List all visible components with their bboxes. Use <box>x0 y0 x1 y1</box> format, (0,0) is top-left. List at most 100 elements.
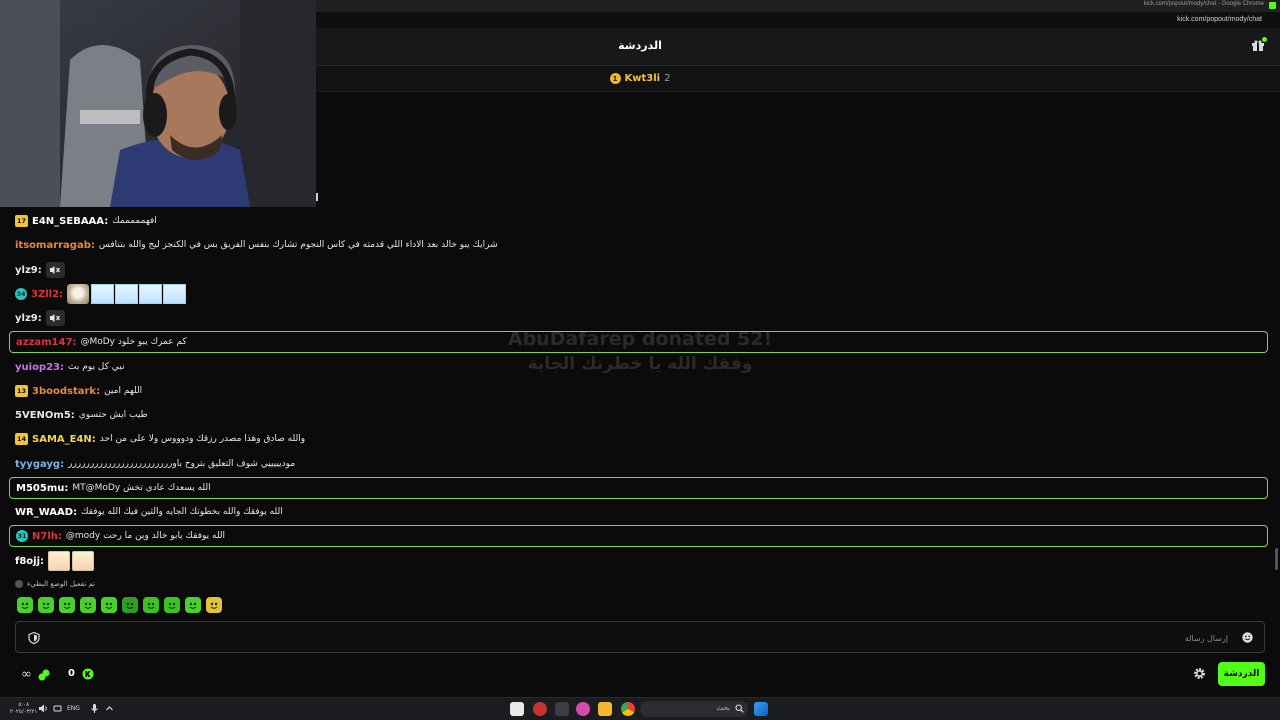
language-indicator[interactable]: ENG <box>67 705 80 712</box>
url-text[interactable]: kick.com/popout/mody/chat <box>1177 16 1262 23</box>
kick-points-icon[interactable] <box>38 669 50 681</box>
quick-emote[interactable] <box>122 597 138 613</box>
wifi-icon[interactable] <box>52 703 63 714</box>
taskbar-clock[interactable]: ٥:٠٨ ٢٠٢٥/٠٣/٢١ <box>10 702 37 716</box>
chat-username[interactable]: 5VENOm5: <box>15 410 75 421</box>
chat-username[interactable]: E4N_SEBAAA: <box>32 216 108 227</box>
quick-emote[interactable] <box>185 597 201 613</box>
chat-input-box[interactable] <box>15 621 1265 653</box>
top-gifter-count: 2 <box>664 73 671 84</box>
chat-message-text: اللهم امين <box>104 386 143 396</box>
chat-username[interactable]: M505mu: <box>16 483 68 494</box>
ice-emote[interactable] <box>163 284 187 304</box>
subscriber-badge: 14 <box>15 433 28 445</box>
subscriber-badge: 31 <box>16 530 28 542</box>
chat-message[interactable]: yuiop23: نبي كل يوم بث <box>15 357 1268 377</box>
ice-emote[interactable] <box>115 284 139 304</box>
chat-message[interactable]: 17 E4N_SEBAAA: افهمممممك <box>15 211 1268 231</box>
chat-username[interactable]: 3Zll2: <box>31 289 63 300</box>
chat-message-text: والله صادق وهذا مصدر رزقك ودوووس ولا على… <box>99 434 306 444</box>
ice-emote[interactable] <box>91 284 115 304</box>
quick-emote[interactable] <box>80 597 96 613</box>
taskbar-search[interactable]: بحث <box>640 701 748 717</box>
chat-username[interactable]: ylz9: <box>15 313 42 324</box>
chat-message[interactable]: ylz9: <box>15 308 1268 328</box>
shield-icon[interactable] <box>28 632 40 644</box>
ice-emote[interactable] <box>139 284 163 304</box>
kick-coin-icon[interactable] <box>82 668 94 680</box>
chat-message-text: شرايك يبو خالد بعد الاداء اللي قدمته في … <box>98 240 498 250</box>
chat-message-text: @mody الله يوفقك يابو خالد وين ما رحت <box>65 531 226 541</box>
chrome-icon[interactable] <box>621 702 635 716</box>
chat-username[interactable]: SAMA_E4N: <box>32 434 96 445</box>
highlighted-chat-message[interactable]: azzam147: @MoDy كم عمرك يبو خلود <box>9 331 1268 353</box>
chat-message-text: نبي كل يوم بث <box>68 362 125 372</box>
chat-username[interactable]: azzam147: <box>16 337 76 348</box>
windows-taskbar: ٥:٠٨ ٢٠٢٥/٠٣/٢١ ENG بحث <box>0 697 1280 720</box>
highlighted-chat-message[interactable]: M505mu: MT@MoDy الله يسعدك عادي تخش <box>9 477 1268 499</box>
taskbar-date: ٢٠٢٥/٠٣/٢١ <box>10 709 38 715</box>
quick-emote[interactable] <box>38 597 54 613</box>
muted-audio-emote[interactable] <box>45 310 65 326</box>
webcam-edge <box>316 193 318 201</box>
chat-message[interactable]: 13 3boodstark: اللهم امين <box>15 381 1268 401</box>
message-input[interactable] <box>56 628 1228 648</box>
microphone-icon[interactable] <box>89 703 100 714</box>
chat-username[interactable]: WR_WAAD: <box>15 507 77 518</box>
search-icon <box>735 704 744 713</box>
infinity-icon[interactable]: ∞ <box>21 667 32 682</box>
top-gifter-name[interactable]: Kwt3li <box>625 73 661 84</box>
chat-username[interactable]: f8ojj: <box>15 556 44 567</box>
extension-icon[interactable] <box>1269 2 1276 9</box>
gift-icon[interactable] <box>1252 40 1264 52</box>
chat-message[interactable]: WR_WAAD: الله يوفقك والله بخطوتك الجايه و… <box>15 502 1268 522</box>
webcam-overlay <box>0 0 316 207</box>
taskbar-time: ٥:٠٨ <box>18 702 30 708</box>
girl-emote[interactable] <box>72 551 95 571</box>
muted-audio-emote[interactable] <box>45 262 65 278</box>
chat-username[interactable]: tyygayg: <box>15 459 64 470</box>
emote-quick-bar[interactable] <box>17 597 222 613</box>
send-chat-button[interactable]: الدردشة <box>1218 662 1265 686</box>
chat-message-text: موديييييي شوف التعليق بتروح باوررررررررر… <box>68 459 296 469</box>
speaker-mute-icon <box>50 266 61 274</box>
chat-message[interactable]: ylz9: <box>15 260 1268 280</box>
chat-message-text: افهمممممك <box>112 216 157 226</box>
chevron-up-icon[interactable] <box>104 703 115 714</box>
chat-username[interactable]: yuiop23: <box>15 362 64 373</box>
chat-username[interactable]: itsomarragab: <box>15 240 95 251</box>
highlighted-chat-message[interactable]: 31 N7lh: @mody الله يوفقك يابو خالد وين ما… <box>9 525 1268 547</box>
quick-emote[interactable] <box>17 597 33 613</box>
taskbar-app-3[interactable] <box>555 702 569 716</box>
chat-username[interactable]: ylz9: <box>15 265 42 276</box>
quick-emote[interactable] <box>59 597 75 613</box>
girl-emote[interactable] <box>48 551 71 571</box>
folder-icon[interactable] <box>598 702 612 716</box>
windows-start-icon[interactable] <box>754 702 768 716</box>
chat-message[interactable]: 14 SAMA_E4N: والله صادق وهذا مصدر رزقك ودو… <box>15 429 1268 449</box>
chat-username[interactable]: 3boodstark: <box>32 386 100 397</box>
volume-icon[interactable] <box>38 703 49 714</box>
quick-emote[interactable] <box>101 597 117 613</box>
slow-mode-text: تم تفعيل الوضع البطيء <box>27 580 95 588</box>
quick-emote[interactable] <box>143 597 159 613</box>
taskbar-app-1[interactable] <box>510 702 524 716</box>
quick-emote[interactable] <box>206 597 222 613</box>
scrollbar[interactable] <box>1275 548 1278 570</box>
chat-message-text: الله يوفقك والله بخطوتك الجايه والثين في… <box>81 507 283 517</box>
taskbar-app-2[interactable] <box>533 702 547 716</box>
webcam-image <box>0 0 316 207</box>
chat-message[interactable]: itsomarragab: شرايك يبو خالد بعد الاداء ا… <box>15 235 1268 255</box>
settings-gear-icon[interactable] <box>1193 667 1206 680</box>
chat-message[interactable]: f8ojj: <box>15 551 1268 571</box>
chat-message-text: MT@MoDy الله يسعدك عادي تخش <box>72 483 211 493</box>
emoji-icon[interactable] <box>1242 632 1253 643</box>
pug-emote[interactable] <box>67 284 90 304</box>
chat-message[interactable]: 5VENOm5: طيب ايش حتسوي <box>15 405 1268 425</box>
taskbar-app-4[interactable] <box>576 702 590 716</box>
chat-username[interactable]: N7lh: <box>32 531 62 542</box>
chat-message[interactable]: 34 3Zll2: <box>15 284 1268 304</box>
quick-emote[interactable] <box>164 597 180 613</box>
chat-message[interactable]: tyygayg: موديييييي شوف التعليق بتروح باور… <box>15 454 1268 474</box>
notification-dot <box>1262 37 1267 42</box>
